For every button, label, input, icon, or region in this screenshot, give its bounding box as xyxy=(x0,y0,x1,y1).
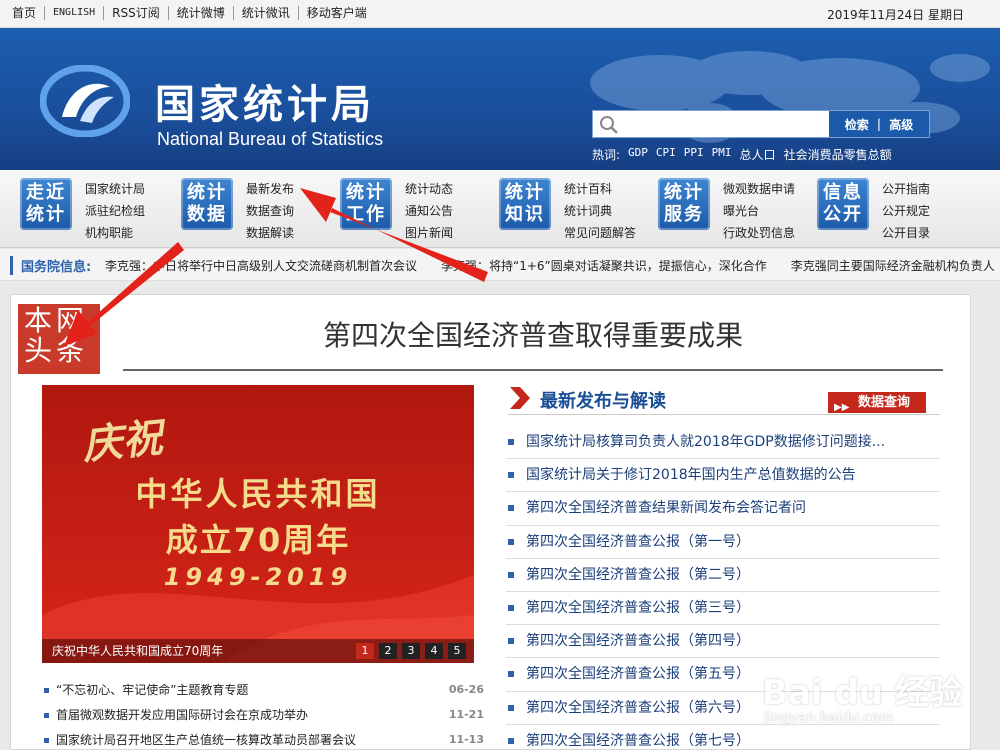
ticker-item[interactable]: 李克强：中日将举行中日高级别人文交流磋商机制首次会议 xyxy=(105,257,417,274)
ticker-label: 国务院信息: xyxy=(10,256,91,275)
hot-word-population[interactable]: 总人口 xyxy=(740,146,776,163)
hot-word-cpi[interactable]: CPI xyxy=(656,146,676,163)
advanced-search-button[interactable]: 高级 xyxy=(889,116,913,133)
nav-link-data-query[interactable]: 数据查询 xyxy=(246,200,294,222)
banner-carousel[interactable]: 庆祝 中华人民共和国 成立70周年 1949-2019 庆祝中华人民共和国成立7… xyxy=(42,385,474,663)
watermark-url: jingyan.baidu.com xyxy=(764,710,894,726)
pager-dot[interactable]: 3 xyxy=(402,643,420,659)
nav-link[interactable]: 常见问题解答 xyxy=(564,222,636,244)
link-rss[interactable]: RSS订阅 xyxy=(104,6,169,20)
nav-link[interactable]: 公开指南 xyxy=(882,178,930,200)
headline-tag: 本网 头条 xyxy=(18,304,100,374)
nav-link[interactable]: 图片新闻 xyxy=(405,222,453,244)
list-item[interactable]: “不忘初心、牢记使命”主题教育专题 06-26 xyxy=(42,682,484,707)
data-query-button[interactable]: ▶▶ 数据查询 xyxy=(828,392,926,413)
nav-link[interactable]: 国家统计局 xyxy=(85,178,145,200)
site-header: 国家统计局 National Bureau of Statistics 检索 |… xyxy=(0,28,1000,170)
nav-box-service[interactable]: 统计 服务 xyxy=(658,178,710,230)
link-english[interactable]: ENGLISH xyxy=(45,6,105,20)
list-item[interactable]: 第四次全国经济普查公报（第一号） xyxy=(506,526,940,559)
hot-word-gdp[interactable]: GDP xyxy=(628,146,648,163)
nav-box-data[interactable]: 统计 数据 xyxy=(181,178,233,230)
list-item[interactable]: 第四次全国经济普查结果新闻发布会答记者问 xyxy=(506,492,940,526)
link-mobile[interactable]: 移动客户端 xyxy=(299,6,375,20)
link-weibo[interactable]: 统计微博 xyxy=(169,6,234,20)
nav-link[interactable]: 微观数据申请 xyxy=(723,178,795,200)
nav-box-disclosure[interactable]: 信息 公开 xyxy=(817,178,869,230)
latest-release-header: 最新发布与解读 ▶▶ 数据查询 xyxy=(508,383,940,415)
list-item[interactable]: 国家统计局关于修订2018年国内生产总值数据的公告 xyxy=(506,459,940,493)
search-input[interactable] xyxy=(623,114,823,134)
pager-dot[interactable]: 5 xyxy=(448,643,466,659)
banner-text-celebrate: 庆祝 xyxy=(80,413,165,470)
site-title-en: National Bureau of Statistics xyxy=(157,129,384,149)
search-box: 检索 | 高级 xyxy=(592,110,930,138)
search-buttons: 检索 | 高级 xyxy=(829,111,929,137)
search-icon xyxy=(600,116,618,134)
current-date: 2019年11月24日 星期日 xyxy=(827,8,964,22)
nav-link[interactable]: 通知公告 xyxy=(405,200,453,222)
site-title-cn: 国家统计局 xyxy=(155,81,375,128)
nav-link[interactable]: 公开规定 xyxy=(882,200,930,222)
section-title: 最新发布与解读 xyxy=(540,391,666,412)
nav-link[interactable]: 曝光台 xyxy=(723,200,795,222)
list-item[interactable]: 首届微观数据开发应用国际研讨会在京成功举办 11-21 xyxy=(42,707,484,732)
hot-word-ppi[interactable]: PPI xyxy=(684,146,704,163)
nav-link[interactable]: 机构职能 xyxy=(85,222,145,244)
nav-link[interactable]: 统计动态 xyxy=(405,178,453,200)
ticker-item[interactable]: 李克强：将持“1+6”圆桌对话凝聚共识，提振信心，深化合作 xyxy=(441,257,767,274)
banner-text-70th: 成立70周年 xyxy=(165,521,351,559)
nav-link[interactable]: 派驻纪检组 xyxy=(85,200,145,222)
chevron-right-icon xyxy=(510,387,530,409)
watermark-logo: Bai du 经验 xyxy=(762,673,963,713)
nav-box-knowledge[interactable]: 统计 知识 xyxy=(499,178,551,230)
ticker-item[interactable]: 李克强同主要国际经济金融机构负责人 xyxy=(791,257,995,274)
list-item[interactable]: 国家统计局核算司负责人就2018年GDP数据修订问题接... xyxy=(506,426,940,460)
nav-link[interactable]: 统计百科 xyxy=(564,178,636,200)
link-weixun[interactable]: 统计微讯 xyxy=(234,6,299,20)
banner-pager: 1 2 3 4 5 xyxy=(356,643,466,659)
nav-box-about[interactable]: 走近 统计 xyxy=(20,178,72,230)
nbs-logo-icon xyxy=(40,65,130,137)
hot-words: 热词: GDP CPI PPI PMI 总人口 社会消费品零售总额 xyxy=(592,146,892,163)
pager-dot[interactable]: 2 xyxy=(379,643,397,659)
nav-link[interactable]: 数据解读 xyxy=(246,222,294,244)
list-item[interactable]: 国家统计局召开地区生产总值统一核算改革动员部署会议 11-13 xyxy=(42,732,484,750)
list-item[interactable]: 第四次全国经济普查公报（第三号） xyxy=(506,592,940,626)
banner-text-prc: 中华人民共和国 xyxy=(135,475,381,513)
top-links: 首页 ENGLISH RSS订阅 统计微博 统计微讯 移动客户端 xyxy=(12,6,375,20)
banner-text-years: 1949-2019 xyxy=(163,563,353,591)
list-item[interactable]: 第四次全国经济普查公报（第二号） xyxy=(506,559,940,592)
hot-word-retail[interactable]: 社会消费品零售总额 xyxy=(784,146,892,163)
nav-box-work[interactable]: 统计 工作 xyxy=(340,178,392,230)
nav-link[interactable]: 统计词典 xyxy=(564,200,636,222)
list-item[interactable]: 第四次全国经济普查公报（第七号） xyxy=(506,725,940,750)
hot-words-label: 热词: xyxy=(592,148,621,162)
state-council-ticker: 国务院信息: 李克强：中日将举行中日高级别人文交流磋商机制首次会议 李克强：将持… xyxy=(0,249,1000,281)
nav-link[interactable]: 行政处罚信息 xyxy=(723,222,795,244)
double-chevron-icon: ▶▶ xyxy=(834,402,850,413)
top-bar: 首页 ENGLISH RSS订阅 统计微博 统计微讯 移动客户端 2019年11… xyxy=(0,0,1000,28)
pager-dot[interactable]: 4 xyxy=(425,643,443,659)
list-item[interactable]: 第四次全国经济普查公报（第四号） xyxy=(506,625,940,659)
nav-link-latest-release[interactable]: 最新发布 xyxy=(246,178,294,200)
pager-dot[interactable]: 1 xyxy=(356,643,374,659)
nav-link[interactable]: 公开目录 xyxy=(882,222,930,244)
search-button[interactable]: 检索 xyxy=(845,116,869,133)
news-list: “不忘初心、牢记使命”主题教育专题 06-26 首届微观数据开发应用国际研讨会在京… xyxy=(42,682,484,750)
main-nav: 走近 统计 国家统计局 派驻纪检组 机构职能 统计 数据 最新发布 数据查询 数据解… xyxy=(0,170,1000,248)
divider: | xyxy=(876,117,882,131)
hot-word-pmi[interactable]: PMI xyxy=(712,146,732,163)
link-home[interactable]: 首页 xyxy=(12,6,46,20)
headline-link[interactable]: 第四次全国经济普查取得重要成果 xyxy=(123,315,943,371)
